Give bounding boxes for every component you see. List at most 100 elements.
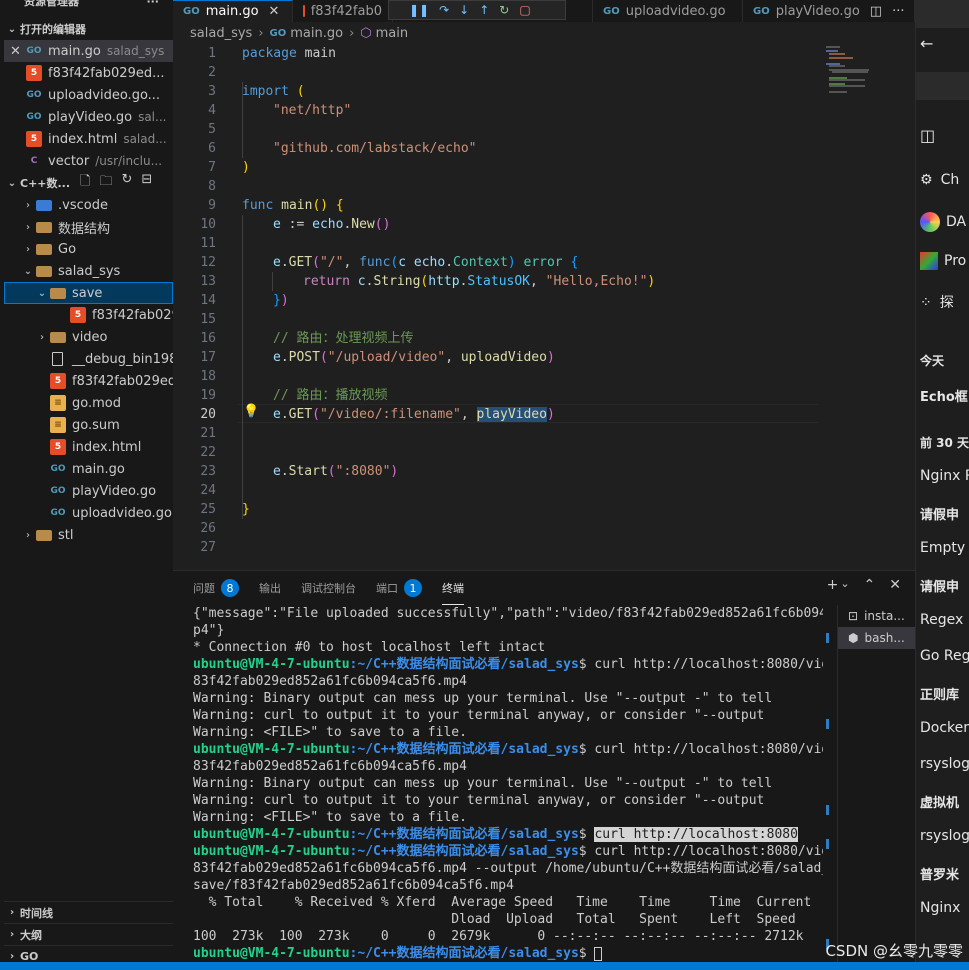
tab-uploadvideo-go[interactable]: GO uploadvideo.go <box>593 0 743 22</box>
terminal-item-install[interactable]: ⊡ insta... <box>838 605 915 627</box>
line-number: 27 <box>200 540 216 555</box>
terminal-output[interactable]: {"message":"File uploaded successfully",… <box>193 605 823 970</box>
terminal-item-bash[interactable]: ⬢ bash... <box>838 627 915 649</box>
breadcrumb-symbol[interactable]: main <box>376 26 408 41</box>
debug-toolbar: ❚❚ ↷ ↓ ↑ ↻ ▢ <box>388 0 566 20</box>
chat-history-item[interactable]: 虚拟机 <box>920 792 959 811</box>
prompt-user: ubuntu@VM-4-7-ubuntu <box>193 657 350 672</box>
tab-f83f42[interactable]: f83f42fab0 <box>293 0 393 22</box>
close-icon[interactable]: ✕ <box>269 4 280 19</box>
tab-label: 输出 <box>259 582 281 595</box>
refresh-icon[interactable]: ↻ <box>122 172 133 194</box>
tab-debug-console[interactable]: 调试控制台 <box>301 571 356 605</box>
tab-playvideo-go[interactable]: GO playVideo.go ◫ ··· <box>743 0 915 22</box>
tree-item[interactable]: 5 f83f42fab029e... <box>4 304 173 326</box>
new-terminal-button[interactable]: + <box>827 577 839 593</box>
new-file-icon[interactable]: 🗋 <box>80 172 90 194</box>
tree-item[interactable]: ≡ go.mod <box>4 392 173 414</box>
tree-item[interactable]: › .vscode <box>4 194 173 216</box>
tree-item[interactable]: › video <box>4 326 173 348</box>
chevron-down-icon[interactable]: ⌄ <box>840 577 849 593</box>
open-editor-item[interactable]: GO uploadvideo.go... <box>4 84 173 106</box>
code-line-9: func main() { <box>242 198 344 213</box>
tree-item[interactable]: 5 f83f42fab029ed... <box>4 370 173 392</box>
chat-history-item[interactable]: Nginx <box>920 900 960 916</box>
terminal-scrollbar[interactable] <box>825 611 831 951</box>
tab-problems[interactable]: 问题 8 <box>193 571 239 605</box>
symbol-function-icon: ⬡ <box>360 25 372 41</box>
chat-history-item[interactable]: Go Rege <box>920 648 969 664</box>
open-editor-item[interactable]: GO playVideo.go sal... <box>4 106 173 128</box>
tree-item[interactable]: ⌄ salad_sys <box>4 260 173 282</box>
open-editor-item[interactable]: Cvector/usr/inclu... <box>4 150 173 172</box>
split-editor-icon[interactable]: ◫ <box>870 4 882 19</box>
chat-history-item[interactable]: Docker <box>920 720 969 736</box>
tab-main-go[interactable]: GO main.go ✕ <box>173 0 293 22</box>
code-editor[interactable]: 1 2 3 4 5 6 7 8 9 10 11 12 13 14 15 16 17 18 19 20 21 22 23 24 2… <box>173 44 915 570</box>
tree-item[interactable]: GO playVideo.go <box>4 480 173 502</box>
more-actions-icon[interactable]: ··· <box>892 4 904 19</box>
chat-app-item[interactable]: Pro <box>920 252 966 270</box>
tree-item[interactable]: ⌄ save <box>4 282 173 304</box>
tab-ports[interactable]: 端口 1 <box>376 571 422 605</box>
tree-item[interactable]: GO main.go <box>4 458 173 480</box>
maximize-panel-button[interactable]: ⌃ <box>864 577 876 593</box>
open-editor-item[interactable]: 5 index.html salad... <box>4 128 173 150</box>
chevron-down-icon: ⌄ <box>7 23 17 35</box>
sidebar-toggle-icon[interactable]: ◫ <box>920 126 935 145</box>
tree-item[interactable]: › stl <box>4 524 173 546</box>
chat-history-item[interactable]: Empty C <box>920 540 969 556</box>
chat-app-item[interactable]: DA <box>920 212 966 232</box>
workspace-header[interactable]: ⌄ C++数... 🗋 🗀 ↻ ⊟ <box>4 172 173 194</box>
explorer-title: 资源管理器 ··· <box>4 0 173 8</box>
explorer-more-button[interactable]: ··· <box>146 0 159 8</box>
tree-item[interactable]: GO uploadvideo.go <box>4 502 173 524</box>
step-out-icon[interactable]: ↑ <box>479 3 489 17</box>
minimap[interactable] <box>824 44 884 570</box>
restart-icon[interactable]: ↻ <box>499 3 509 17</box>
stop-icon[interactable]: ▢ <box>519 3 530 17</box>
ports-count-badge: 1 <box>404 579 422 597</box>
chevron-right-icon: › <box>9 907 15 918</box>
sidebar-section[interactable]: › 大纲 <box>4 923 173 945</box>
tree-item[interactable]: › Go <box>4 238 173 260</box>
breadcrumb-folder[interactable]: salad_sys <box>190 26 252 41</box>
tab-label: playVideo.go <box>775 3 860 19</box>
chat-history-item[interactable]: 正则库 <box>920 684 959 703</box>
back-arrow-icon[interactable]: ← <box>920 34 933 53</box>
indent-guide <box>272 272 273 291</box>
open-editor-item[interactable]: 5 f83f42fab029ed... <box>4 62 173 84</box>
open-editor-item[interactable]: ✕ GO main.go salad_sys <box>4 40 173 62</box>
new-folder-icon[interactable]: 🗀 <box>100 172 113 194</box>
step-over-icon[interactable]: ↷ <box>439 3 449 17</box>
chat-history-item[interactable]: Nginx P <box>920 468 969 484</box>
sidebar-section[interactable]: › 时间线 <box>4 901 173 923</box>
terminal-line: Warning: curl to output it to your termi… <box>193 793 765 808</box>
folder-icon <box>50 331 66 343</box>
chat-history-item[interactable]: 请假申 <box>920 504 959 523</box>
breadcrumb-file[interactable]: main.go <box>290 26 343 41</box>
close-panel-button[interactable]: ✕ <box>889 577 901 593</box>
tree-item[interactable]: › 数据结构 <box>4 216 173 238</box>
chat-history-item[interactable]: Echo框 <box>920 386 968 405</box>
chat-history-item[interactable]: 请假申 <box>920 576 959 595</box>
chat-history-item[interactable]: Regex E <box>920 612 969 628</box>
step-into-icon[interactable]: ↓ <box>459 3 469 17</box>
chat-app-item[interactable]: ⚙ Ch <box>920 172 959 188</box>
close-icon[interactable]: ✕ <box>10 44 26 59</box>
open-editors-header[interactable]: ⌄ 打开的编辑器 <box>4 18 173 40</box>
tree-item[interactable]: 5 index.html <box>4 436 173 458</box>
chat-app-item[interactable]: ⁘ 探 <box>920 292 954 312</box>
chat-history-item[interactable]: rsyslog <box>920 756 969 772</box>
tree-item[interactable]: __debug_bin198... <box>4 348 173 370</box>
tree-item[interactable]: ≡ go.sum <box>4 414 173 436</box>
pause-icon[interactable]: ❚❚ <box>409 3 429 17</box>
chat-history-item[interactable]: 普罗米 <box>920 864 959 883</box>
tab-output[interactable]: 输出 <box>259 571 281 605</box>
collapse-all-icon[interactable]: ⊟ <box>141 172 152 194</box>
chat-history-item[interactable]: rsyslog <box>920 828 969 844</box>
prompt-path: :~/C++数据结构面试必看/salad_sys <box>349 844 579 859</box>
tab-terminal[interactable]: 终端 <box>442 571 464 605</box>
chevron-down-icon: ⌄ <box>23 265 33 277</box>
lightbulb-icon[interactable]: 💡 <box>243 404 259 419</box>
